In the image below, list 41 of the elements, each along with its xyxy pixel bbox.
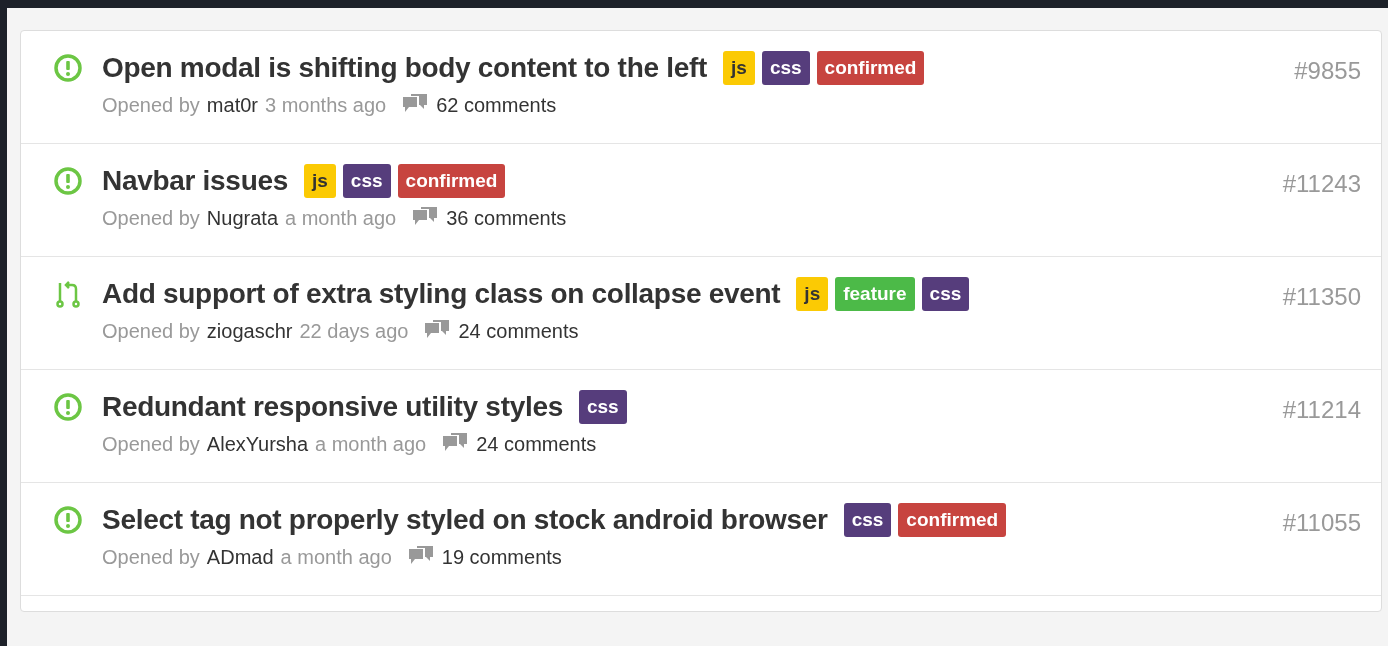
issue-label[interactable]: css [843, 503, 892, 537]
issue-title[interactable]: Navbar issues [102, 165, 288, 197]
opened-by-text: Opened by [102, 545, 200, 569]
issue-label[interactable]: confirmed [898, 503, 1007, 537]
comment-count[interactable]: 24 comments [458, 319, 579, 343]
author-link[interactable]: Nugrata [206, 206, 278, 230]
author-link[interactable]: ADmad [206, 545, 274, 569]
issue-open-icon [53, 392, 83, 422]
issue-title[interactable]: Open modal is shifting body content to the left [102, 52, 707, 84]
issue-label[interactable]: css [578, 390, 627, 424]
issue-label[interactable]: js [304, 164, 336, 198]
issue-open-icon [53, 53, 83, 83]
issue-label[interactable]: css [921, 277, 970, 311]
issue-label[interactable]: css [761, 51, 810, 85]
comment-count[interactable]: 19 comments [441, 545, 562, 569]
issue-label[interactable]: confirmed [816, 51, 925, 85]
issue-age: 3 months ago [265, 93, 387, 117]
issue-age: a month ago [315, 432, 427, 456]
author-link[interactable]: AlexYursha [206, 432, 309, 456]
issue-age: a month ago [285, 206, 397, 230]
issue-open-icon [53, 505, 83, 535]
comment-count[interactable]: 24 comments [476, 432, 597, 456]
opened-by-text: Opened by [102, 432, 200, 456]
issue-label[interactable]: js [796, 277, 829, 311]
issue-label[interactable]: js [723, 51, 755, 85]
comment-count[interactable]: 62 comments [436, 93, 557, 117]
opened-by-text: Opened by [102, 93, 200, 117]
opened-by-text: Opened by [102, 319, 200, 343]
opened-by-text: Opened by [102, 206, 200, 230]
issue-open-icon [53, 166, 83, 196]
issue-age: a month ago [280, 545, 392, 569]
pull-request-icon [53, 279, 83, 309]
comment-count[interactable]: 36 comments [446, 206, 567, 230]
issue-label[interactable]: confirmed [397, 164, 506, 198]
issue-title[interactable]: Select tag not properly styled on stock android browser [102, 504, 828, 536]
issue-age: 22 days ago [299, 319, 409, 343]
issue-title[interactable]: Redundant responsive utility styles [102, 391, 563, 423]
author-link[interactable]: mat0r [206, 93, 258, 117]
issue-label[interactable]: css [342, 164, 391, 198]
author-link[interactable]: ziogaschr [206, 319, 293, 343]
issue-title[interactable]: Add support of extra styling class on collapse event [102, 278, 781, 310]
